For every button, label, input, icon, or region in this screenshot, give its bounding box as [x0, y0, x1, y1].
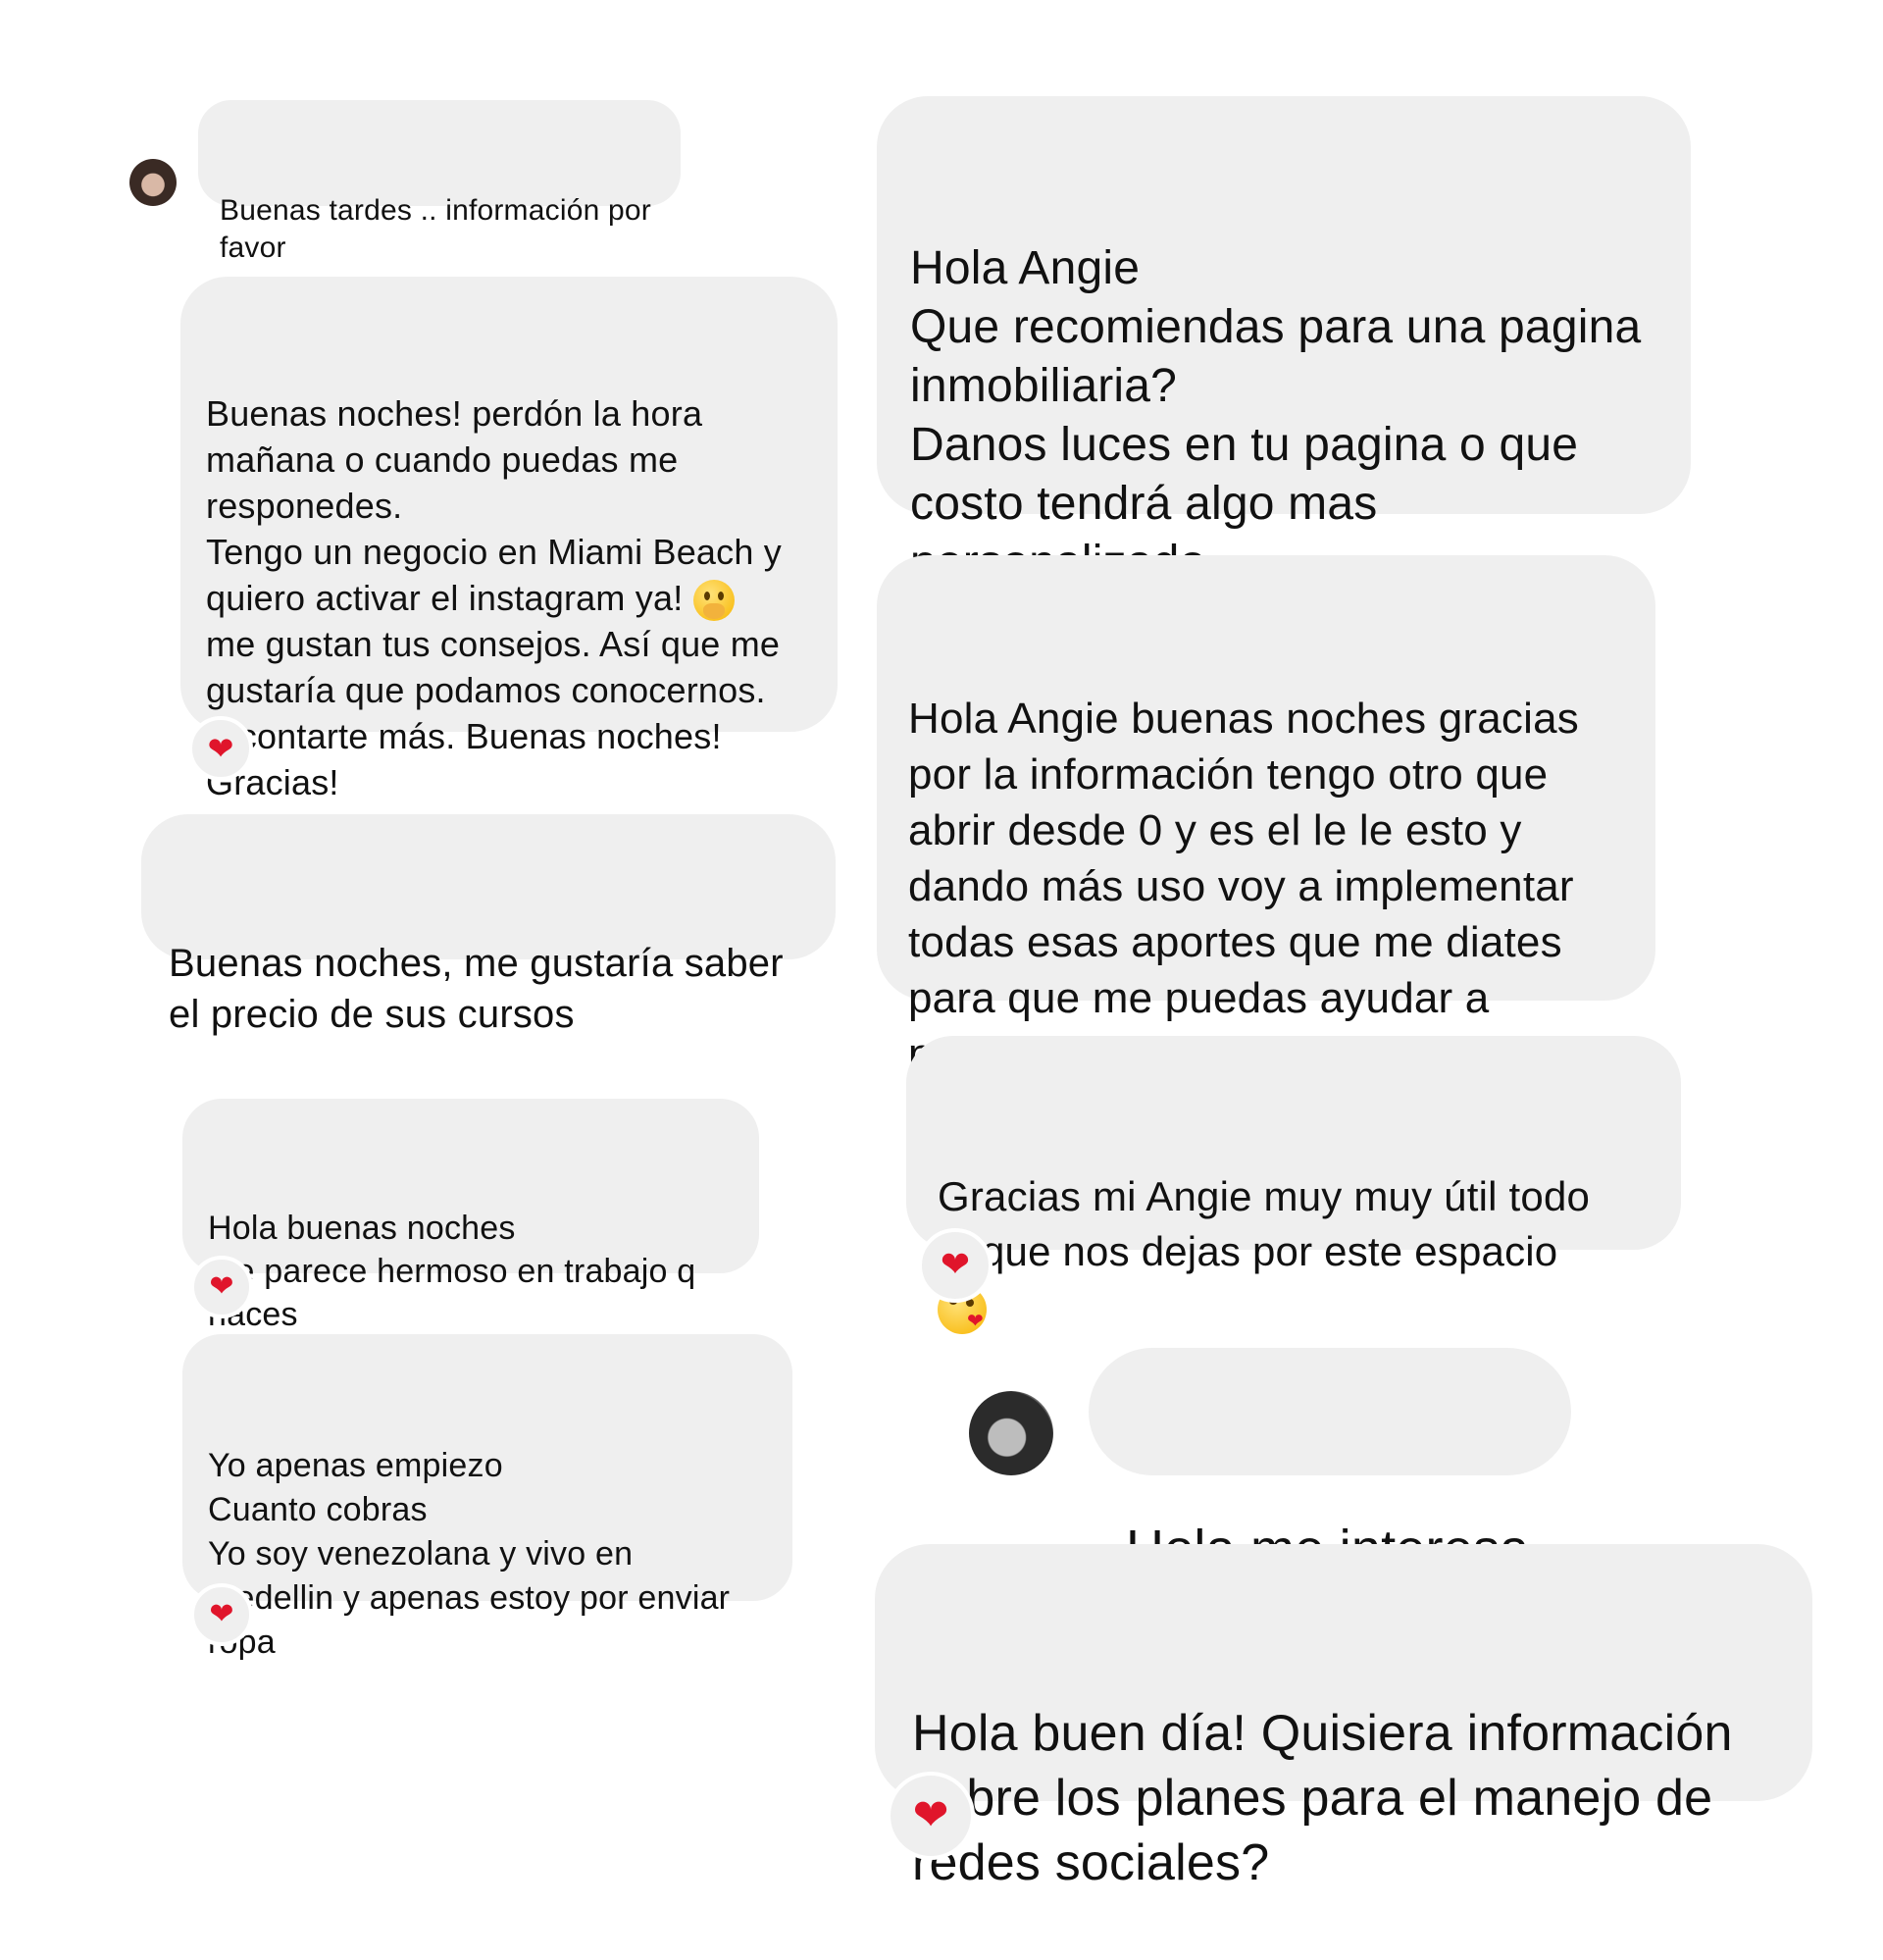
- heart-icon: ❤: [209, 1597, 234, 1631]
- message-bubble: Hola buenas noches Me parece hermoso en …: [182, 1099, 759, 1333]
- heart-reaction[interactable]: ❤: [887, 1772, 975, 1860]
- message-bubble: Yo apenas empiezo Cuanto cobras Yo soy v…: [182, 1334, 792, 1661]
- message-bubble: Hola Angie buenas noches gracias por la …: [877, 555, 1655, 1078]
- heart-icon: ❤: [940, 1245, 971, 1285]
- avatar-user-2: [969, 1391, 1053, 1475]
- hand-over-mouth-emoji: [692, 580, 735, 622]
- message-bubble: Hola me interesa: [1089, 1348, 1571, 1578]
- message-bubble: Buenas noches, me gustaría saber el prec…: [141, 814, 836, 1036]
- heart-reaction[interactable]: ❤: [190, 1256, 253, 1318]
- message-text: Buenas tardes .. información por favor: [220, 194, 651, 264]
- message-text: Yo apenas empiezo Cuanto cobras Yo soy v…: [208, 1447, 731, 1661]
- heart-reaction[interactable]: ❤: [188, 716, 253, 781]
- message-text: Hola buen día! Quisiera información sobr…: [912, 1705, 1733, 1891]
- message-text: Buenas noches, me gustaría saber el prec…: [169, 942, 784, 1036]
- heart-reaction[interactable]: ❤: [918, 1228, 992, 1303]
- heart-reaction[interactable]: ❤: [190, 1583, 253, 1646]
- message-bubble: Buenas noches! perdón la hora mañana o c…: [180, 277, 838, 802]
- avatar-user-1: [129, 159, 177, 206]
- message-text: Gracias mi Angie muy muy útil todo lo qu…: [938, 1173, 1591, 1334]
- message-text: Hola Angie Que recomiendas para una pagi…: [910, 242, 1642, 589]
- message-bubble: Hola Angie Que recomiendas para una pagi…: [877, 96, 1691, 589]
- heart-icon: ❤: [912, 1790, 949, 1840]
- heart-icon: ❤: [207, 730, 234, 767]
- message-bubble: Gracias mi Angie muy muy útil todo lo qu…: [906, 1036, 1681, 1334]
- message-text: Hola buenas noches Me parece hermoso en …: [208, 1210, 696, 1333]
- heart-icon: ❤: [209, 1269, 234, 1304]
- message-text: Hola Angie buenas noches gracias por la …: [908, 695, 1579, 1078]
- message-bubble: Buenas tardes .. información por favor: [198, 100, 681, 264]
- message-bubble: Hola buen día! Quisiera información sobr…: [875, 1544, 1812, 1891]
- message-text: Buenas noches! perdón la hora mañana o c…: [206, 393, 782, 803]
